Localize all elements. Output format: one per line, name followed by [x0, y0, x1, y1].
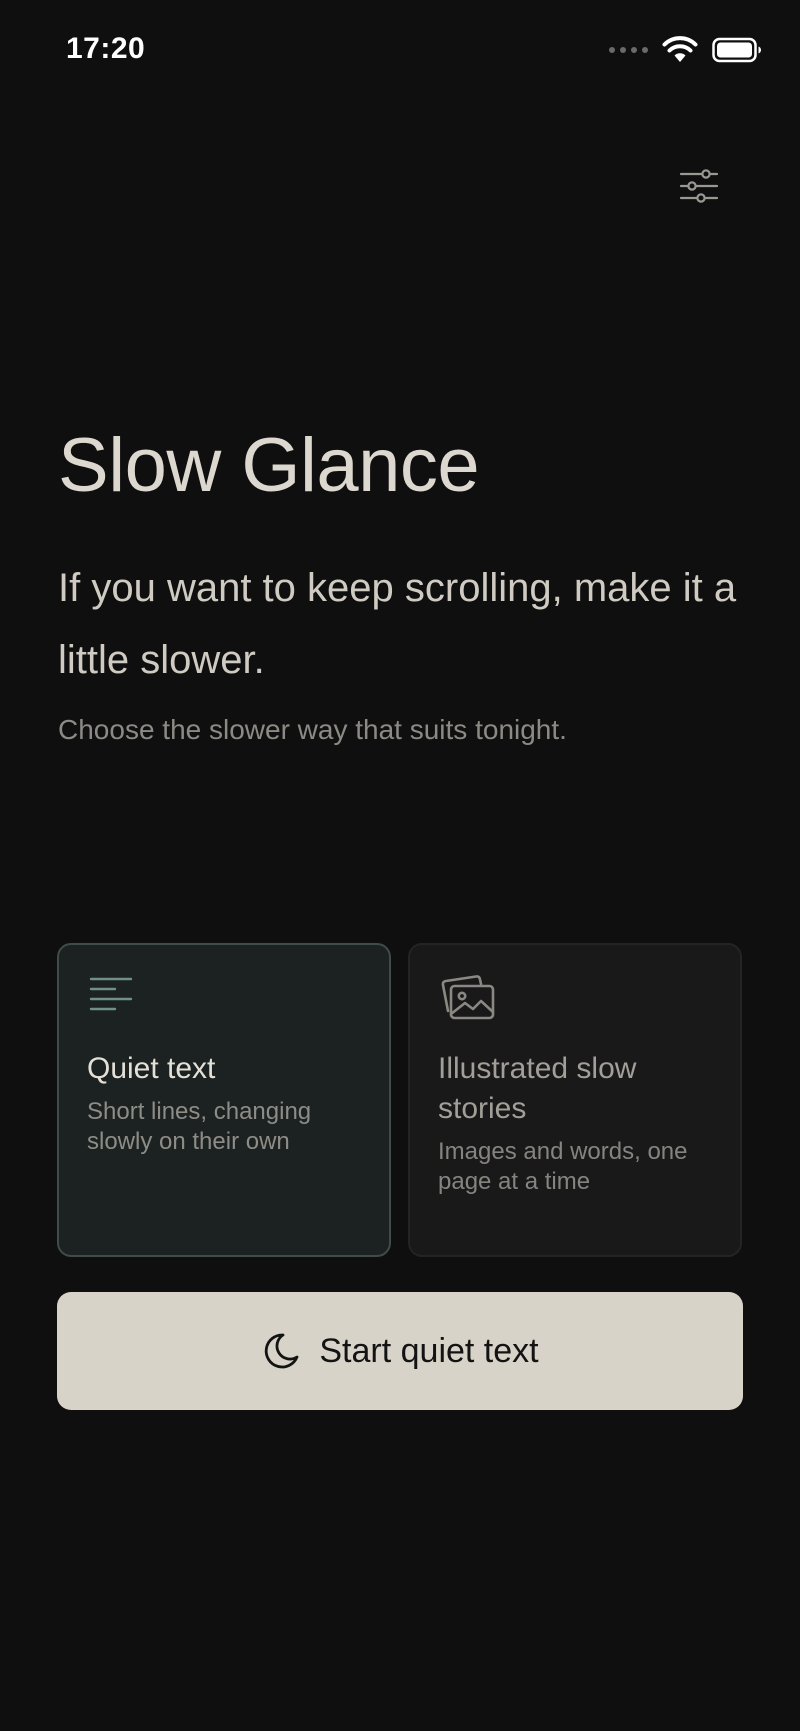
- cellular-signal-icon: [609, 47, 648, 53]
- mode-card-quiet-text[interactable]: Quiet text Short lines, changing slowly …: [57, 943, 391, 1257]
- start-button-label: Start quiet text: [319, 1331, 539, 1370]
- images-icon: [440, 975, 496, 1026]
- moon-icon: [265, 1333, 299, 1369]
- card-title: Illustrated slow stories: [438, 1052, 637, 1125]
- status-indicators: [609, 36, 762, 64]
- tagline: If you want to keep scrolling, make it a…: [58, 566, 737, 682]
- subtext: Choose the slower way that suits tonight…: [58, 714, 567, 745]
- card-title: Quiet text: [87, 1052, 216, 1085]
- lines-icon: [89, 975, 133, 1020]
- card-description: Short lines, changing slowly on their ow…: [87, 1098, 312, 1155]
- app-title: Slow Glance: [58, 423, 480, 508]
- settings-button[interactable]: [670, 160, 728, 212]
- status-time: 17:20: [66, 32, 146, 65]
- status-bar: 17:20: [0, 0, 800, 100]
- card-description: Images and words, one page at a time: [438, 1138, 688, 1195]
- sliders-icon: [679, 169, 719, 203]
- battery-icon: [712, 37, 761, 63]
- mode-card-illustrated-stories[interactable]: Illustrated slow stories Images and word…: [408, 943, 742, 1257]
- start-button[interactable]: Start quiet text: [57, 1292, 743, 1410]
- wifi-icon: [662, 36, 698, 62]
